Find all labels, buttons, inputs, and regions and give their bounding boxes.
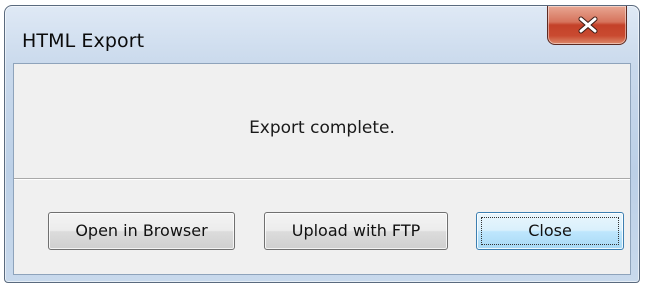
close-button-label: Close	[528, 221, 572, 240]
message-panel: Export complete.	[14, 64, 630, 179]
close-x-icon	[578, 16, 598, 34]
window-close-button[interactable]	[547, 6, 627, 45]
dialog-client-area: Export complete. Open in Browser Upload …	[13, 63, 631, 275]
close-button[interactable]: Close	[476, 212, 624, 250]
open-in-browser-button[interactable]: Open in Browser	[48, 212, 235, 250]
upload-with-ftp-button[interactable]: Upload with FTP	[264, 212, 448, 250]
window-title: HTML Export	[22, 30, 145, 52]
status-message: Export complete.	[249, 118, 395, 138]
dialog-window: HTML Export Export complete. Open in Bro…	[4, 5, 640, 283]
